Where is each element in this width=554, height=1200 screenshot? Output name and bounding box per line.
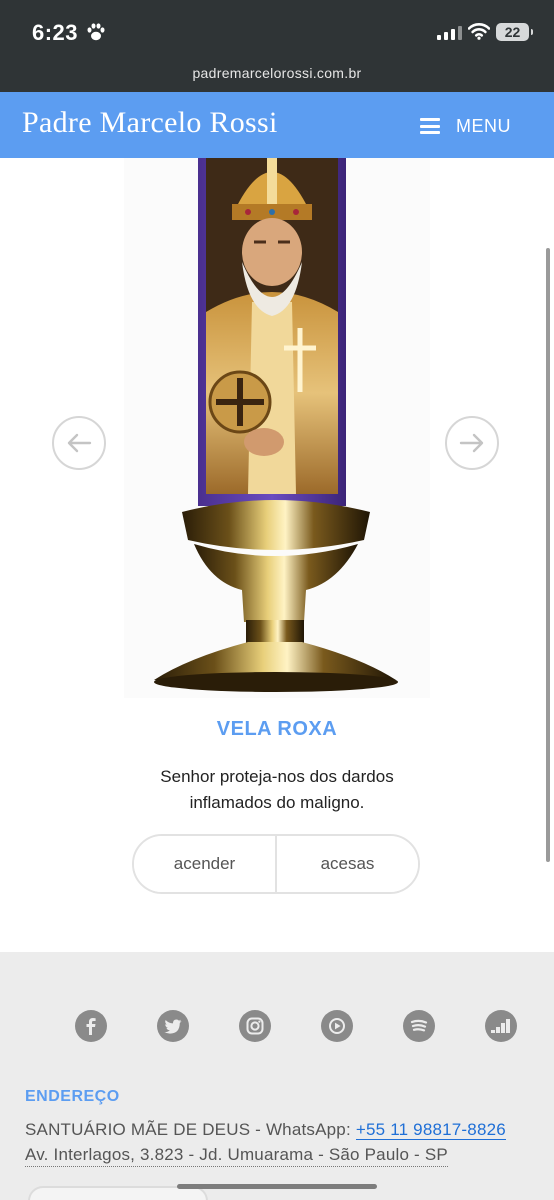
whatsapp-phone-link[interactable]: +55 11 98817-8826 [355,1120,506,1140]
candle-action-group: acender acesas [132,834,420,894]
candle-image [124,92,430,698]
battery-level: 22 [504,24,521,40]
status-bar: 6:23 22 [0,0,554,58]
address-line-2[interactable]: Av. Interlagos, 3.823 - Jd. Umuarama - S… [25,1145,448,1167]
carousel-prev-button[interactable] [52,416,106,470]
paw-icon [87,23,105,41]
twitter-icon[interactable] [157,1010,189,1042]
arrow-right-icon [459,433,484,453]
url-text: padremarcelorossi.com.br [192,65,362,81]
address-title: ENDEREÇO [25,1088,120,1105]
menu-label: MENU [456,115,511,136]
site-title[interactable]: Padre Marcelo Rossi [22,106,278,140]
spotify-icon[interactable] [403,1010,435,1042]
facebook-icon[interactable] [75,1010,107,1042]
arrow-left-icon [67,433,92,453]
url-bar[interactable]: padremarcelorossi.com.br [0,58,554,92]
deezer-icon[interactable] [485,1010,517,1042]
hamburger-icon [420,118,440,134]
candle-name: VELA ROXA [216,718,338,740]
lit-candles-button[interactable]: acesas [277,836,418,892]
scroll-indicator[interactable] [546,248,550,862]
address-line-1: SANTUÁRIO MÃE DE DEUS - WhatsApp: +55 11… [25,1120,506,1140]
light-candle-button[interactable]: acender [134,836,275,892]
battery-icon: 22 [496,23,533,41]
wifi-icon [468,23,490,40]
footer: ENDEREÇO SANTUÁRIO MÃE DE DEUS - WhatsAp… [0,952,554,1200]
youtube-icon[interactable] [321,1010,353,1042]
status-time: 6:23 [32,20,79,45]
site-header: Padre Marcelo Rossi MENU [0,92,554,158]
signal-icon [437,26,462,40]
address-sanctuary: SANTUÁRIO MÃE DE DEUS - WhatsApp: [25,1120,356,1139]
candle-description: Senhor proteja-nos dos dardos inflamados… [160,767,394,812]
home-indicator[interactable] [177,1184,377,1189]
instagram-icon[interactable] [239,1010,271,1042]
menu-button[interactable]: MENU [420,112,511,140]
carousel-next-button[interactable] [445,416,499,470]
